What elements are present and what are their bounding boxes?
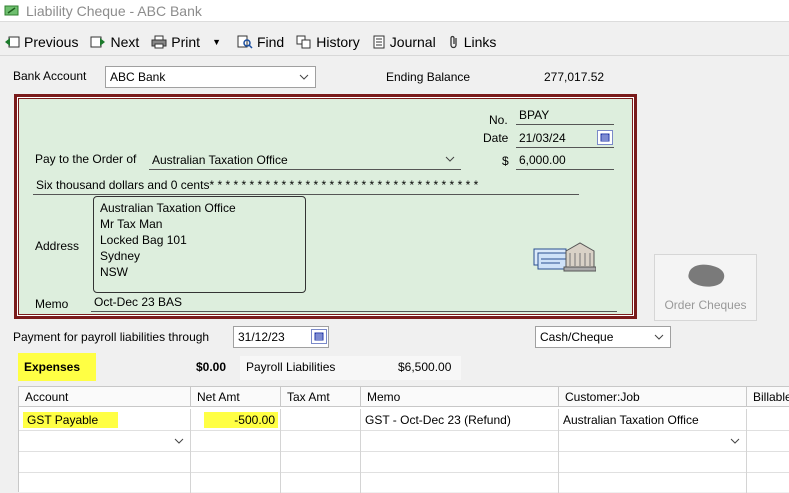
column-header-customer-job[interactable]: Customer:Job — [559, 387, 747, 407]
previous-icon — [5, 36, 20, 47]
expenses-grid: Account Net Amt Tax Amt Memo Customer:Jo… — [18, 386, 789, 493]
cheque-no-field[interactable]: BPAY — [516, 107, 614, 125]
window-title: Liability Cheque - ABC Bank — [26, 2, 202, 19]
bank-account-combo[interactable]: ABC Bank — [105, 66, 316, 88]
table-row-account-cell[interactable] — [19, 430, 191, 451]
table-row-tax-cell[interactable] — [281, 451, 361, 472]
date-calendar-button[interactable] — [597, 130, 613, 145]
table-row-tax-cell[interactable] — [281, 409, 361, 430]
address-box[interactable]: Australian Taxation Office Mr Tax Man Lo… — [93, 196, 306, 293]
memo-field[interactable]: Oct-Dec 23 BAS — [91, 292, 617, 312]
journal-icon — [373, 35, 385, 48]
print-button[interactable]: Print — [151, 34, 200, 50]
amount-in-words: Six thousand dollars and 0 cents* * * * … — [33, 175, 579, 195]
bank-account-label: Bank Account — [13, 69, 87, 83]
payee-combo[interactable]: Australian Taxation Office — [149, 148, 461, 170]
table-row-net-cell[interactable] — [191, 451, 281, 472]
table-row-tax-cell[interactable] — [281, 430, 361, 451]
calendar-icon — [600, 133, 610, 142]
next-button[interactable]: Next — [90, 34, 139, 50]
table-row-net-cell[interactable] — [191, 472, 281, 493]
table-row-customer-cell[interactable] — [559, 430, 747, 451]
address-line: Mr Tax Man — [100, 217, 163, 231]
column-header-account[interactable]: Account — [19, 387, 191, 407]
table-row-customer-cell[interactable] — [559, 451, 747, 472]
table-row-account-cell[interactable] — [19, 451, 191, 472]
table-row-memo-cell[interactable] — [361, 451, 559, 472]
table-row-customer-cell[interactable]: Australian Taxation Office — [559, 409, 747, 430]
cheque-no-label: No. — [489, 113, 508, 127]
expenses-amount: $0.00 — [196, 360, 227, 374]
chevron-down-icon — [174, 438, 184, 444]
ending-balance-value: 277,017.52 — [544, 70, 605, 84]
table-row-net-cell[interactable] — [191, 430, 281, 451]
cheque-app-icon — [4, 5, 19, 15]
tab-payroll-liabilities[interactable]: Payroll Liabilities $6,500.00 — [240, 356, 461, 380]
title-bar: Liability Cheque - ABC Bank — [0, 0, 789, 22]
history-button[interactable]: History — [296, 34, 360, 50]
address-label: Address — [35, 239, 80, 253]
net-amt-value: -500.00 — [204, 411, 278, 428]
payroll-liabilities-amount: $6,500.00 — [398, 360, 452, 374]
column-header-tax-amt[interactable]: Tax Amt — [281, 387, 361, 407]
payroll-through-label: Payment for payroll liabilities through — [13, 330, 210, 344]
table-row-net-cell[interactable]: -500.00 — [191, 409, 281, 430]
amount-dollar-label: $ — [502, 154, 509, 168]
table-row-account-cell[interactable]: GST Payable — [19, 409, 191, 430]
bank-cheque-icon — [533, 242, 596, 272]
column-header-net-amt[interactable]: Net Amt — [191, 387, 281, 407]
journal-button[interactable]: Journal — [372, 34, 436, 50]
tab-expenses[interactable]: Expenses — [18, 353, 96, 381]
printer-icon — [151, 35, 167, 48]
chevron-down-icon — [445, 156, 455, 162]
history-icon — [296, 35, 311, 48]
toolbar: Previous Next Print ▼ Find History Journ… — [0, 28, 789, 56]
order-cheques-button[interactable]: Order Cheques — [654, 254, 757, 321]
address-line: Locked Bag 101 — [100, 233, 187, 247]
calendar-icon — [314, 332, 324, 341]
links-button[interactable]: Links — [448, 34, 496, 50]
column-header-billable[interactable]: Billable — [747, 387, 789, 407]
bank-account-value: ABC Bank — [110, 70, 166, 84]
chevron-down-icon — [730, 438, 740, 444]
table-row-tax-cell[interactable] — [281, 472, 361, 493]
chevron-down-icon — [654, 334, 664, 340]
previous-button[interactable]: Previous — [4, 34, 78, 50]
find-icon — [237, 35, 253, 49]
account-value: GST Payable — [23, 411, 119, 428]
chevron-down-icon — [299, 74, 309, 80]
cheque-panel: No. BPAY Date 21/03/24 $ 6,000.00 Pay to… — [14, 94, 637, 319]
table-row-memo-cell[interactable] — [361, 430, 559, 451]
print-dropdown-icon[interactable]: ▼ — [212, 37, 221, 47]
address-line: NSW — [100, 265, 128, 279]
table-row-customer-cell[interactable] — [559, 472, 747, 493]
ending-balance-label: Ending Balance — [386, 70, 471, 84]
payment-method-combo[interactable]: Cash/Cheque — [535, 326, 671, 348]
column-header-memo[interactable]: Memo — [361, 387, 559, 407]
payroll-calendar-button[interactable] — [311, 329, 327, 344]
date-label: Date — [483, 131, 509, 145]
memo-label: Memo — [35, 297, 69, 311]
address-line: Sydney — [100, 249, 141, 263]
pay-to-label: Pay to the Order of — [35, 152, 137, 166]
next-icon — [90, 36, 106, 47]
table-row-memo-cell[interactable] — [361, 472, 559, 493]
find-button[interactable]: Find — [237, 34, 284, 50]
address-line: Australian Taxation Office — [100, 201, 236, 215]
order-cheques-icon — [688, 264, 725, 287]
amount-field[interactable]: 6,000.00 — [516, 150, 614, 170]
paperclip-icon — [450, 35, 457, 48]
table-row-memo-cell[interactable]: GST - Oct-Dec 23 (Refund) — [361, 409, 559, 430]
table-row-account-cell[interactable] — [19, 472, 191, 493]
